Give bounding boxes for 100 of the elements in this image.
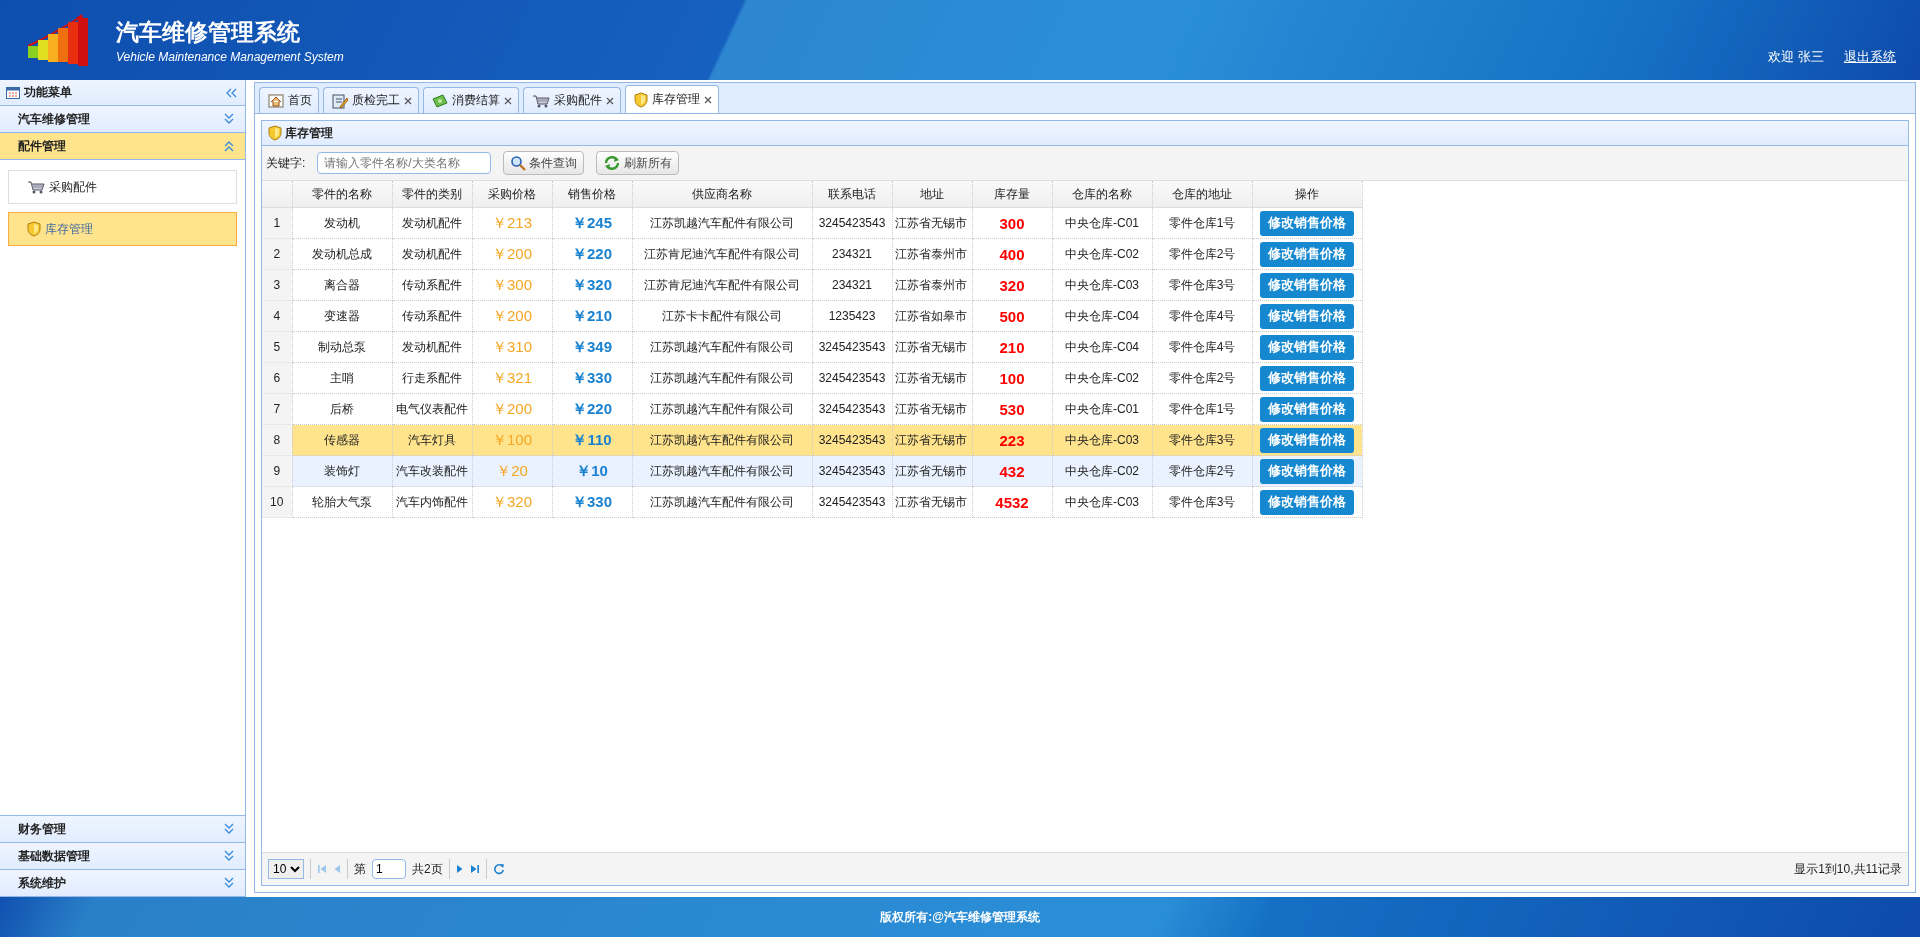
close-icon[interactable]: [606, 96, 614, 105]
next-page-icon[interactable]: [455, 864, 464, 874]
edit-price-button[interactable]: 修改销售价格: [1260, 427, 1354, 453]
edit-price-button[interactable]: 修改销售价格: [1260, 334, 1354, 360]
last-page-icon[interactable]: [469, 864, 480, 874]
table-cell: 江苏凯越汽车配件有限公司: [632, 393, 812, 425]
table-cell: 中央仓库-C01: [1052, 207, 1152, 239]
table-cell: ￥321: [472, 362, 552, 394]
table-cell: 发动机: [292, 207, 392, 239]
close-icon[interactable]: [404, 96, 412, 105]
table-cell: 江苏省无锡市: [892, 207, 972, 239]
page-number-input[interactable]: 1: [372, 859, 406, 879]
table-row[interactable]: 4 变速器 传动系配件 ￥200 ￥210 江苏卡卡配件有限公司 1235423 江苏省如皋市 500 中央仓库-C04 零件仓库4号 修改销售价格: [262, 300, 1362, 332]
refresh-icon: [603, 155, 622, 171]
welcome-text: 欢迎 张三: [1768, 48, 1824, 66]
accordion-header[interactable]: 基础数据管理: [0, 843, 245, 870]
edit-price-button[interactable]: 修改销售价格: [1260, 210, 1354, 236]
table-row[interactable]: 9 装饰灯 汽车改装配件 ￥20 ￥10 江苏凯越汽车配件有限公司 3245423543 江苏省无锡市 432 中央仓库-C02 零件仓库2号 修改销售价格: [262, 455, 1362, 487]
table-cell: 江苏省泰州市: [892, 238, 972, 270]
table-cell: 210: [972, 331, 1052, 363]
double-chevron-left-icon[interactable]: [225, 86, 237, 99]
accordion-header[interactable]: 汽车维修管理: [0, 106, 245, 133]
menu-item[interactable]: 库存管理: [8, 212, 237, 246]
edit-price-button[interactable]: 修改销售价格: [1260, 396, 1354, 422]
calendar-grid-icon: [6, 86, 20, 99]
shield-icon: [268, 125, 282, 141]
double-chevron-down-icon: [223, 877, 235, 889]
tab[interactable]: 首页: [259, 87, 319, 113]
table-cell: 223: [972, 424, 1052, 456]
table-cell: 零件仓库1号: [1152, 207, 1252, 239]
table-row[interactable]: 1 发动机 发动机配件 ￥213 ￥245 江苏凯越汽车配件有限公司 3245423543 江苏省无锡市 300 中央仓库-C01 零件仓库1号 修改销售价格: [262, 207, 1362, 239]
table-cell: 3245423543: [812, 486, 892, 518]
table-cell: 3245423543: [812, 362, 892, 394]
tab[interactable]: 采购配件: [523, 87, 621, 113]
table-row[interactable]: 8 传感器 汽车灯具 ￥100 ￥110 江苏凯越汽车配件有限公司 3245423543 江苏省无锡市 223 中央仓库-C03 零件仓库3号 修改销售价格: [262, 424, 1362, 456]
table-cell: ￥310: [472, 331, 552, 363]
column-header: 采购价格: [472, 181, 552, 208]
table-cell: ￥10: [552, 455, 632, 487]
table-row[interactable]: 3 离合器 传动系配件 ￥300 ￥320 江苏肯尼迪汽车配件有限公司 234321 江苏省泰州市 320 中央仓库-C03 零件仓库3号 修改销售价格: [262, 269, 1362, 301]
close-icon[interactable]: [704, 95, 712, 104]
table-row[interactable]: 2 发动机总成 发动机配件 ￥200 ￥220 江苏肯尼迪汽车配件有限公司 234321 江苏省泰州市 400 中央仓库-C02 零件仓库2号 修改销售价格: [262, 238, 1362, 270]
table-row[interactable]: 5 制动总泵 发动机配件 ￥310 ￥349 江苏凯越汽车配件有限公司 3245423543 江苏省无锡市 210 中央仓库-C04 零件仓库4号 修改销售价格: [262, 331, 1362, 363]
edit-price-button[interactable]: 修改销售价格: [1260, 489, 1354, 515]
page-size-select[interactable]: 10: [268, 859, 304, 879]
column-header: 供应商名称: [632, 181, 812, 208]
edit-price-button[interactable]: 修改销售价格: [1260, 272, 1354, 298]
table-row[interactable]: 7 后桥 电气仪表配件 ￥200 ￥220 江苏凯越汽车配件有限公司 3245423543 江苏省无锡市 530 中央仓库-C01 零件仓库1号 修改销售价格: [262, 393, 1362, 425]
table-cell: 江苏省无锡市: [892, 486, 972, 518]
logout-link[interactable]: 退出系统: [1844, 48, 1896, 66]
table-cell: ￥200: [472, 300, 552, 332]
accordion-header[interactable]: 财务管理: [0, 816, 245, 843]
table-cell: 江苏省无锡市: [892, 331, 972, 363]
edit-price-button[interactable]: 修改销售价格: [1260, 365, 1354, 391]
table-cell: ￥330: [552, 362, 632, 394]
table-cell: 江苏凯越汽车配件有限公司: [632, 362, 812, 394]
menu-item[interactable]: 采购配件: [8, 170, 237, 204]
double-chevron-down-icon: [223, 823, 235, 835]
table-cell: 中央仓库-C03: [1052, 486, 1152, 518]
table-cell: 零件仓库3号: [1152, 269, 1252, 301]
accordion-header[interactable]: 配件管理: [0, 133, 245, 160]
reload-icon[interactable]: [492, 863, 505, 875]
table-cell: 装饰灯: [292, 455, 392, 487]
refresh-button[interactable]: 刷新所有: [596, 151, 680, 175]
table-cell: 530: [972, 393, 1052, 425]
keyword-input[interactable]: 请输入零件名称/大类名称: [317, 152, 492, 174]
table-cell: ￥200: [472, 393, 552, 425]
table-cell: 零件仓库2号: [1152, 455, 1252, 487]
table-cell: 制动总泵: [292, 331, 392, 363]
table-cell: ￥245: [552, 207, 632, 239]
table-cell: 中央仓库-C02: [1052, 455, 1152, 487]
table-cell: 江苏肯尼迪汽车配件有限公司: [632, 269, 812, 301]
table-cell: 江苏凯越汽车配件有限公司: [632, 207, 812, 239]
table-cell: ￥320: [472, 486, 552, 518]
table-row[interactable]: 6 主哨 行走系配件 ￥321 ￥330 江苏凯越汽车配件有限公司 3245423543 江苏省无锡市 100 中央仓库-C02 零件仓库2号 修改销售价格: [262, 362, 1362, 394]
table-cell: ￥110: [552, 424, 632, 456]
table-cell: 轮胎大气泵: [292, 486, 392, 518]
edit-price-button[interactable]: 修改销售价格: [1260, 458, 1354, 484]
table-cell: 江苏省无锡市: [892, 424, 972, 456]
table-cell: 300: [972, 207, 1052, 239]
query-button[interactable]: 条件查询: [503, 151, 585, 175]
edit-price-button[interactable]: 修改销售价格: [1260, 303, 1354, 329]
table-cell: 发动机配件: [392, 238, 472, 270]
table-cell: 中央仓库-C02: [1052, 362, 1152, 394]
tab[interactable]: 消费结算: [423, 87, 519, 113]
table-cell: 500: [972, 300, 1052, 332]
edit-price-button[interactable]: 修改销售价格: [1260, 241, 1354, 267]
table-cell: ￥100: [472, 424, 552, 456]
search-icon: [510, 155, 527, 171]
tab[interactable]: 库存管理: [625, 85, 719, 113]
table-cell: 中央仓库-C01: [1052, 393, 1152, 425]
accordion-header[interactable]: 系统维护: [0, 870, 245, 897]
table-cell: 3245423543: [812, 455, 892, 487]
tab[interactable]: 质检完工: [323, 87, 419, 113]
table-cell: ￥200: [472, 238, 552, 270]
panel-title: 库存管理: [285, 124, 333, 142]
table-cell: 3245423543: [812, 207, 892, 239]
table-cell: 汽车内饰配件: [392, 486, 472, 518]
table-row[interactable]: 10 轮胎大气泵 汽车内饰配件 ￥320 ￥330 江苏凯越汽车配件有限公司 3245423543 江苏省无锡市 4532 中央仓库-C03 零件仓库3号 修改销售价格: [262, 486, 1362, 518]
close-icon[interactable]: [504, 96, 512, 105]
column-header: 仓库的名称: [1052, 181, 1152, 208]
